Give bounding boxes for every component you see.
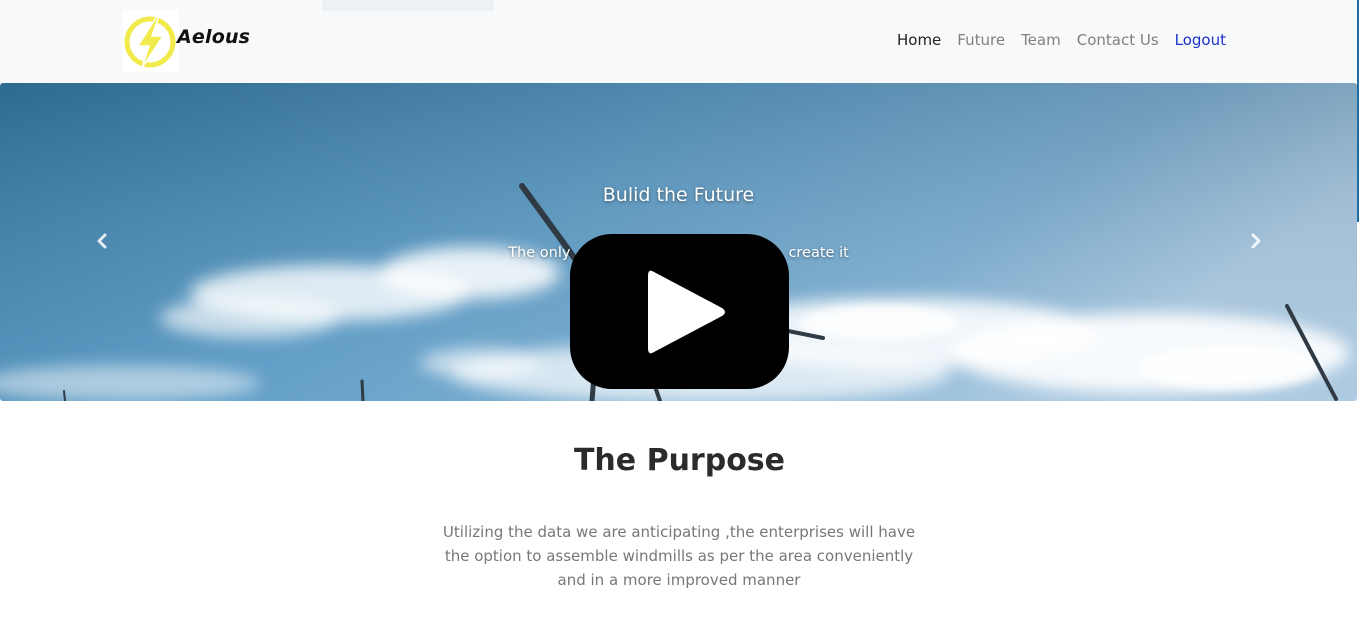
nav-link-future[interactable]: Future <box>957 31 1005 49</box>
nav-link-logout[interactable]: Logout <box>1175 31 1226 49</box>
chevron-left-icon[interactable] <box>90 229 114 253</box>
hero-text-right: create it <box>788 245 849 261</box>
hero-carousel: Bulid the Future The only create it <box>0 83 1357 401</box>
purpose-title: The Purpose <box>573 443 786 478</box>
faded-tab <box>322 0 494 11</box>
nav-link-home[interactable]: Home <box>897 31 941 49</box>
chevron-right-icon[interactable] <box>1244 229 1268 253</box>
purpose-text: Utilizing the data we are anticipating ,… <box>442 523 916 589</box>
nav-link-team[interactable]: Team <box>1021 31 1061 49</box>
nav-link-contact-us[interactable]: Contact Us <box>1077 31 1159 49</box>
hero-text-left: The only <box>508 245 571 261</box>
play-icon[interactable] <box>570 234 789 389</box>
brand-name: Aelous <box>177 26 251 48</box>
hero-title: Bulid the Future <box>602 184 755 206</box>
brand[interactable]: Aelous <box>123 10 250 72</box>
navbar: Aelous Home Future Team Contact Us Logou… <box>0 0 1359 83</box>
nav-menu: Home Future Team Contact Us Logout <box>897 31 1226 49</box>
lightning-logo-icon <box>123 10 179 72</box>
